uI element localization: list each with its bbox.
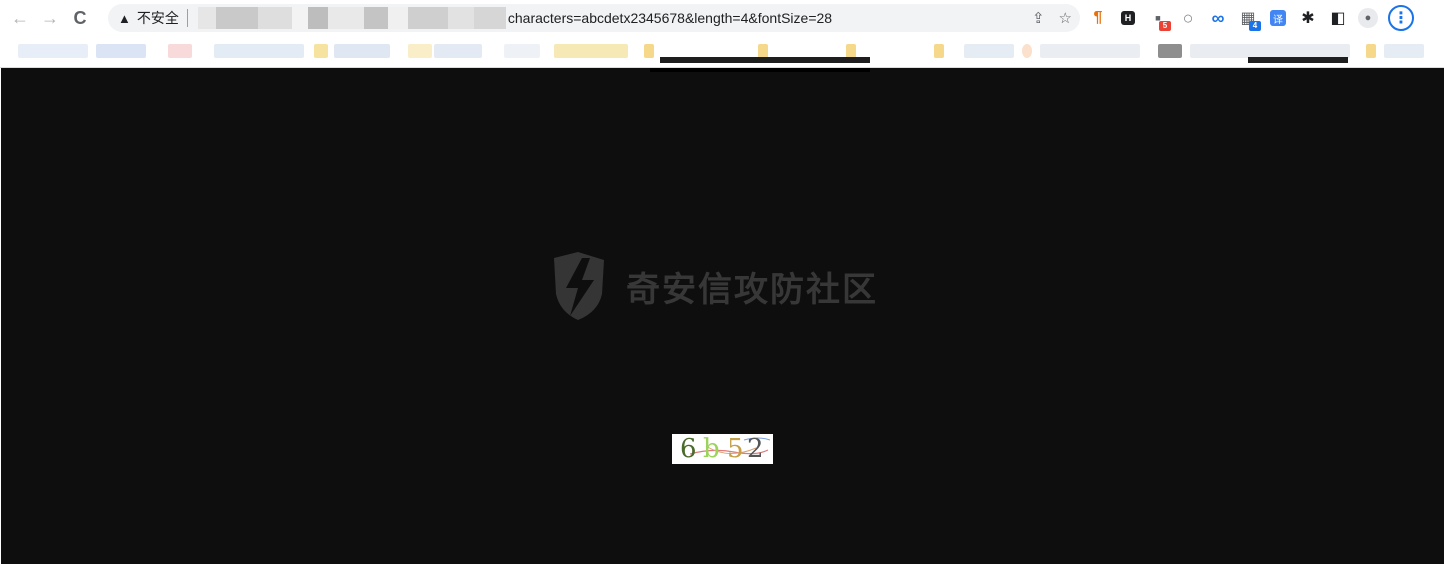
translate-extension-icon[interactable]: 译 [1270,10,1286,26]
top-dark-smudge [650,68,870,72]
grid-extension-badge: 5 [1159,21,1171,31]
infinity-extension-icon[interactable]: ∞ [1208,8,1228,28]
forward-arrow-icon[interactable]: → [36,4,64,32]
captcha-char-3: 5 [727,434,744,464]
reload-icon[interactable]: C [66,4,94,32]
warning-icon[interactable]: ▲ [118,11,131,26]
url-redacted-block [197,7,506,29]
browser-toolbar: ← → C ▲ 不安全 characters=abcdetx2345678&le… [0,0,1444,36]
side-panel-glyph: ◧ [1330,10,1346,27]
address-bar[interactable]: ▲ 不安全 characters=abcdetx2345678&length=4… [108,4,1080,32]
watermark: 奇安信攻防社区 [548,250,878,322]
infinity-glyph: ∞ [1211,7,1225,28]
qr-extension-icon[interactable]: ▦ 4 [1238,8,1261,31]
profile-avatar-icon[interactable]: ● [1358,8,1378,28]
captcha-char-4: 2 [747,434,764,464]
captcha-image[interactable]: 6 b 5 2 [672,434,773,464]
back-arrow-icon[interactable]: ← [6,4,34,32]
ring-extension-icon[interactable]: ○ [1178,8,1198,28]
bookmark-star-icon[interactable]: ☆ [1059,9,1072,27]
bookmarks-bar-redacted [0,36,1444,68]
translate-glyph: 译 [1273,14,1283,26]
ring-glyph: ○ [1182,7,1194,28]
share-icon[interactable]: ⇪ [1032,9,1045,27]
pilcrow-glyph: ¶ [1093,9,1103,26]
h-glyph: H [1124,13,1132,23]
qr-extension-badge: 4 [1249,21,1261,31]
captcha-char-1: 6 [680,434,697,464]
grid-extension-icon[interactable]: ▪ 5 [1148,8,1171,31]
omnibox-separator [186,9,188,27]
security-status-label[interactable]: 不安全 [137,8,179,28]
page-left-edge [0,68,1,564]
browser-menu-icon[interactable]: ⋮ [1388,5,1414,31]
page-content: 奇安信攻防社区 6 b 5 2 [0,68,1444,564]
watermark-text: 奇安信攻防社区 [626,269,878,310]
h-extension-icon[interactable]: H [1121,11,1135,25]
captcha-char-2: b [703,434,720,464]
shield-bolt-icon [554,252,604,320]
side-panel-icon[interactable]: ◧ [1328,8,1348,28]
extensions-row: ¶ H ▪ 5 ○ ∞ ▦ 4 译 ✱ ◧ ● ⋮ [1088,4,1414,32]
profile-glyph: ● [1364,12,1372,24]
pilcrow-extension-icon[interactable]: ¶ [1088,8,1108,28]
url-text[interactable]: characters=abcdetx2345678&length=4&fontS… [508,10,832,26]
puzzle-glyph: ✱ [1301,10,1315,27]
puzzle-extensions-icon[interactable]: ✱ [1298,8,1318,28]
